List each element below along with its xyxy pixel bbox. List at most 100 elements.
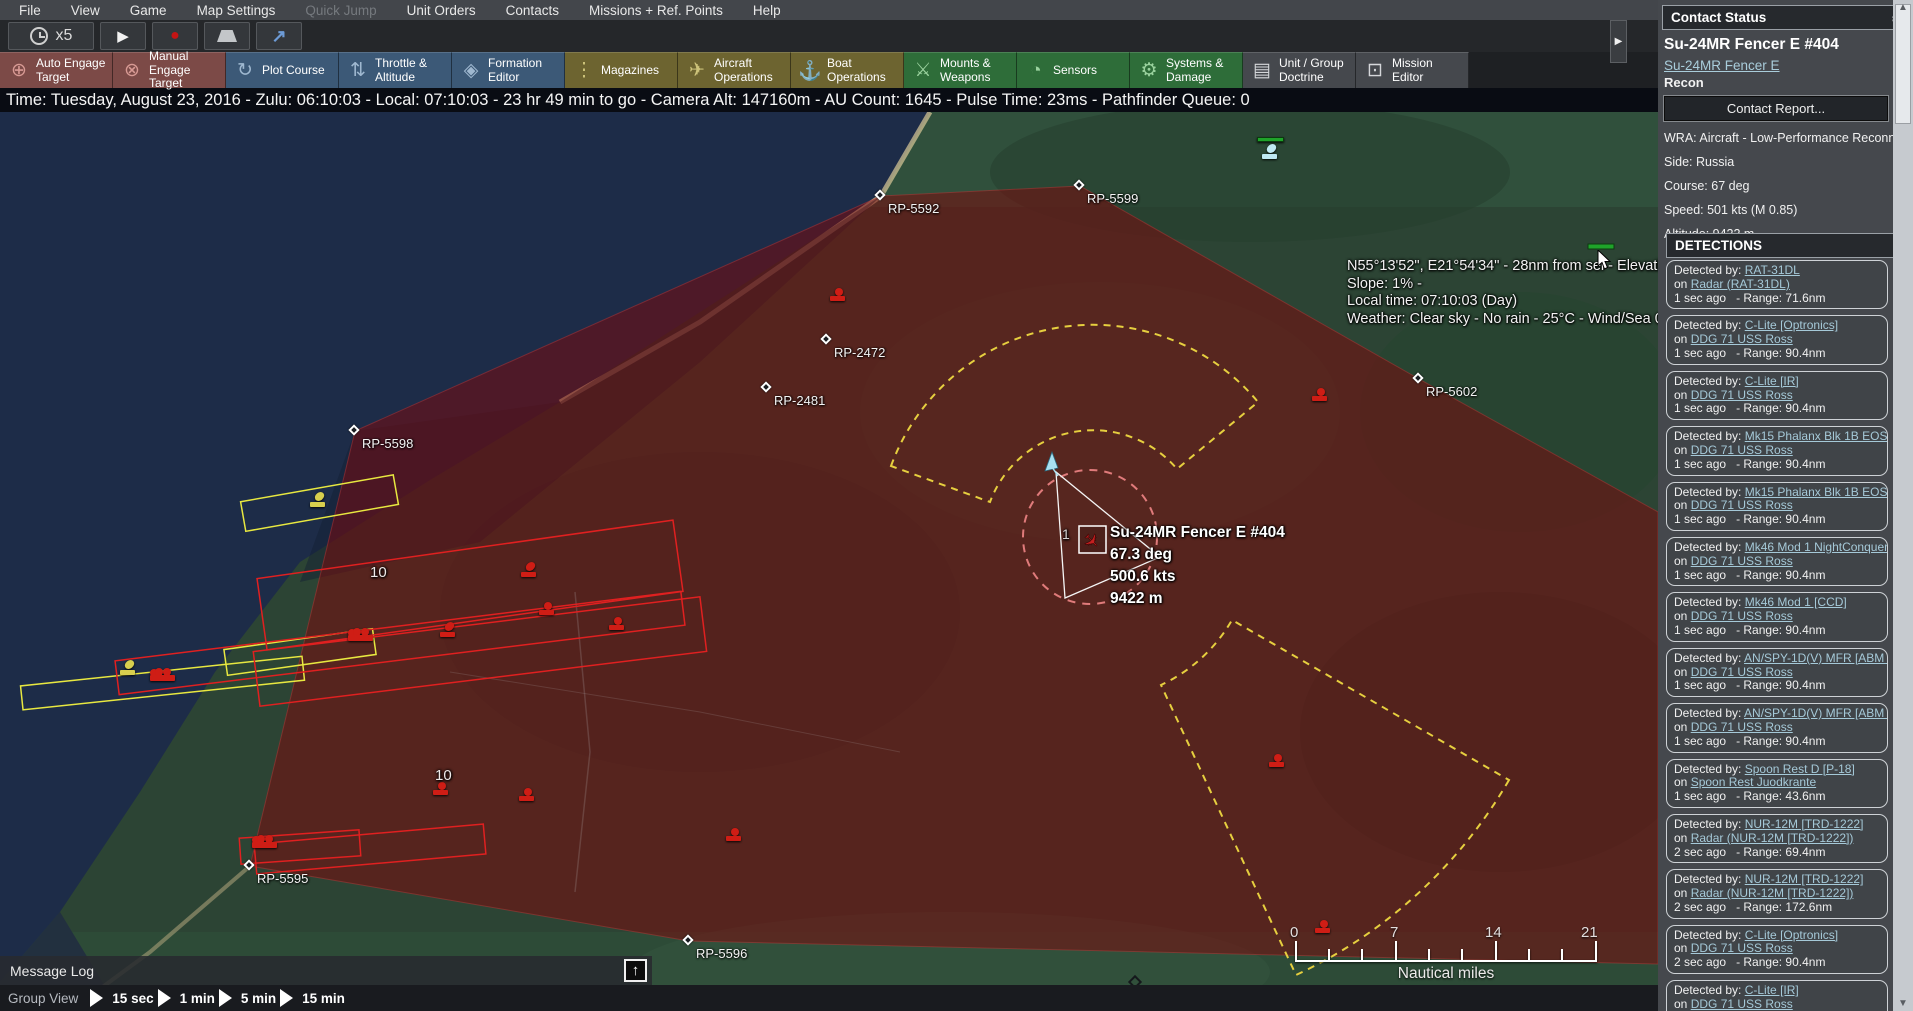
jump-to-button[interactable]: ↗ bbox=[256, 22, 302, 50]
detection-card[interactable]: Detected by: C-Lite [IR] on DDG 71 USS R… bbox=[1666, 980, 1888, 1011]
detection-card[interactable]: Detected by: Mk46 Mod 1 NightConquero on… bbox=[1666, 537, 1888, 586]
detection-sensor-link[interactable]: NUR-12M [TRD-1222] bbox=[1745, 817, 1864, 831]
detection-sensor-link[interactable]: Mk15 Phalanx Blk 1B EOSS bbox=[1745, 485, 1888, 499]
message-log-expand-button[interactable]: ↑ bbox=[624, 959, 647, 982]
friendly-radar-icon[interactable] bbox=[310, 494, 326, 507]
detection-platform-link[interactable]: DDG 71 USS Ross bbox=[1691, 941, 1793, 955]
sidebar-collapse-button[interactable]: ▶ bbox=[1610, 20, 1627, 63]
detection-card[interactable]: Detected by: Mk15 Phalanx Blk 1B EOSS on… bbox=[1666, 482, 1888, 531]
toolbar-button[interactable]: ⇅ Throttle &Altitude bbox=[339, 52, 452, 88]
toolbar-button[interactable]: ↻ Plot Course bbox=[226, 52, 339, 88]
menu-item[interactable]: Game bbox=[115, 3, 182, 18]
sidebar-scrollbar[interactable]: ▼ ▲ bbox=[1893, 0, 1913, 1011]
detection-sensor-link[interactable]: RAT-31DL bbox=[1745, 263, 1800, 277]
hostile-facility-cluster-icon[interactable] bbox=[150, 668, 176, 681]
run-button[interactable]: ▶ bbox=[100, 22, 146, 50]
detection-platform-link[interactable]: Radar (NUR-12M [TRD-1222]) bbox=[1691, 886, 1854, 900]
detections-header[interactable]: DETECTIONS » bbox=[1666, 233, 1911, 258]
toolbar-button[interactable]: ⊡ MissionEditor bbox=[1356, 52, 1469, 88]
neutral-radar-icon[interactable] bbox=[1262, 146, 1278, 159]
detection-sensor-link[interactable]: Spoon Rest D [P-18] bbox=[1745, 762, 1855, 776]
detection-platform-link[interactable]: DDG 71 USS Ross bbox=[1691, 720, 1793, 734]
detection-platform-link[interactable]: DDG 71 USS Ross bbox=[1691, 498, 1793, 512]
detection-sensor-link[interactable]: AN/SPY-1D(V) MFR [ABM M bbox=[1744, 651, 1888, 665]
detection-sensor-link[interactable]: C-Lite [Optronics] bbox=[1745, 318, 1838, 332]
menu-item[interactable]: Help bbox=[738, 3, 796, 18]
detection-platform-link[interactable]: DDG 71 USS Ross bbox=[1691, 388, 1793, 402]
detection-card[interactable]: Detected by: Mk15 Phalanx Blk 1B EOSS on… bbox=[1666, 426, 1888, 475]
menu-item[interactable]: Unit Orders bbox=[392, 3, 491, 18]
hostile-facility-icon[interactable] bbox=[433, 782, 449, 795]
detection-sensor-link[interactable]: Mk46 Mod 1 [CCD] bbox=[1745, 595, 1847, 609]
detection-card[interactable]: Detected by: RAT-31DL on Radar (RAT-31DL… bbox=[1666, 260, 1888, 309]
scroll-up-icon[interactable]: ▲ bbox=[1893, 2, 1913, 13]
hostile-facility-icon[interactable] bbox=[609, 617, 625, 630]
detection-platform-link[interactable]: Radar (RAT-31DL) bbox=[1691, 277, 1790, 291]
menu-item[interactable]: File bbox=[4, 3, 56, 18]
hostile-facility-cluster-icon[interactable] bbox=[252, 835, 278, 848]
hostile-facility-icon[interactable] bbox=[726, 828, 742, 841]
scrollbar-thumb[interactable] bbox=[1895, 4, 1911, 124]
friendly-radar-icon[interactable] bbox=[120, 662, 136, 675]
toolbar-button[interactable]: ▤ Unit / GroupDoctrine bbox=[1243, 52, 1356, 88]
detection-sensor-link[interactable]: AN/SPY-1D(V) MFR [ABM M bbox=[1744, 706, 1888, 720]
time-step-option[interactable]: 1 min bbox=[158, 989, 215, 1007]
contact-status-header[interactable]: Contact Status » bbox=[1662, 5, 1907, 30]
scroll-down-icon[interactable]: ▼ bbox=[1893, 998, 1913, 1009]
time-compression-button[interactable]: x5 bbox=[8, 22, 94, 50]
detection-card[interactable]: Detected by: Spoon Rest D [P-18] on Spoo… bbox=[1666, 759, 1888, 808]
detection-platform-link[interactable]: DDG 71 USS Ross bbox=[1691, 554, 1793, 568]
camera-view-button[interactable] bbox=[204, 22, 250, 50]
detection-card[interactable]: Detected by: C-Lite [Optronics] on DDG 7… bbox=[1666, 925, 1888, 974]
detection-sensor-link[interactable]: C-Lite [IR] bbox=[1745, 983, 1799, 997]
toolbar-button[interactable]: ⚙ Systems &Damage bbox=[1130, 52, 1243, 88]
contact-report-button[interactable]: Contact Report... bbox=[1664, 96, 1888, 121]
detection-card[interactable]: Detected by: C-Lite [Optronics] on DDG 7… bbox=[1666, 315, 1888, 364]
menu-item[interactable]: View bbox=[56, 3, 115, 18]
tactical-map[interactable]: ✈ RP-5592 RP-5599 RP-2472 bbox=[0, 112, 1658, 1011]
detection-sensor-link[interactable]: Mk15 Phalanx Blk 1B EOSS bbox=[1745, 429, 1888, 443]
detection-sensor-link[interactable]: Mk46 Mod 1 NightConquero bbox=[1745, 540, 1888, 554]
hostile-facility-cluster-icon[interactable] bbox=[348, 628, 374, 641]
detection-card[interactable]: Detected by: Mk46 Mod 1 [CCD] on DDG 71 … bbox=[1666, 592, 1888, 641]
detection-platform-link[interactable]: DDG 71 USS Ross bbox=[1691, 332, 1793, 346]
toolbar-button[interactable]: ⋮ Magazines bbox=[565, 52, 678, 88]
detection-platform-link[interactable]: Spoon Rest Juodkrante bbox=[1691, 775, 1816, 789]
hostile-facility-icon[interactable] bbox=[539, 602, 555, 615]
toolbar-button[interactable]: ⊕ Auto EngageTarget bbox=[0, 52, 113, 88]
toolbar-button[interactable]: ⚓ BoatOperations bbox=[791, 52, 904, 88]
record-button[interactable]: ● bbox=[152, 22, 198, 50]
menu-item[interactable]: Map Settings bbox=[182, 3, 291, 18]
detection-card[interactable]: Detected by: AN/SPY-1D(V) MFR [ABM M on … bbox=[1666, 648, 1888, 697]
menu-item[interactable]: Quick Jump bbox=[290, 3, 391, 18]
group-view-label[interactable]: Group View bbox=[8, 991, 78, 1006]
hostile-radar-icon[interactable] bbox=[440, 624, 456, 637]
detection-sensor-link[interactable]: C-Lite [Optronics] bbox=[1745, 928, 1838, 942]
menu-item[interactable]: Contacts bbox=[491, 3, 574, 18]
toolbar-button[interactable]: ◔ Sensors bbox=[1017, 52, 1130, 88]
detection-platform-link[interactable]: DDG 71 USS Ross bbox=[1691, 443, 1793, 457]
detection-platform-link[interactable]: DDG 71 USS Ross bbox=[1691, 665, 1793, 679]
hostile-radar-icon[interactable] bbox=[521, 564, 537, 577]
detection-card[interactable]: Detected by: NUR-12M [TRD-1222] on Radar… bbox=[1666, 869, 1888, 918]
detection-platform-link[interactable]: Radar (NUR-12M [TRD-1222]) bbox=[1691, 831, 1854, 845]
detection-card[interactable]: Detected by: NUR-12M [TRD-1222] on Radar… bbox=[1666, 814, 1888, 863]
toolbar-button[interactable]: ✈ AircraftOperations bbox=[678, 52, 791, 88]
detection-platform-link[interactable]: DDG 71 USS Ross bbox=[1691, 997, 1793, 1011]
detection-sensor-link[interactable]: NUR-12M [TRD-1222] bbox=[1745, 872, 1864, 886]
detection-card[interactable]: Detected by: AN/SPY-1D(V) MFR [ABM M on … bbox=[1666, 703, 1888, 752]
time-step-option[interactable]: 15 min bbox=[280, 989, 345, 1007]
detection-sensor-link[interactable]: C-Lite [IR] bbox=[1745, 374, 1799, 388]
hostile-facility-icon[interactable] bbox=[519, 788, 535, 801]
hostile-facility-icon[interactable] bbox=[1269, 754, 1285, 767]
detection-card[interactable]: Detected by: C-Lite [IR] on DDG 71 USS R… bbox=[1666, 371, 1888, 420]
hostile-facility-icon[interactable] bbox=[830, 288, 846, 301]
contact-type-link[interactable]: Su-24MR Fencer E bbox=[1664, 58, 1780, 73]
toolbar-button[interactable]: ◈ FormationEditor bbox=[452, 52, 565, 88]
time-step-option[interactable]: 15 sec bbox=[90, 989, 153, 1007]
message-log-bar[interactable]: Message Log ↑ bbox=[0, 956, 652, 985]
detection-platform-link[interactable]: DDG 71 USS Ross bbox=[1691, 609, 1793, 623]
hostile-facility-icon[interactable] bbox=[1312, 388, 1328, 401]
time-step-option[interactable]: 5 min bbox=[219, 989, 276, 1007]
toolbar-button[interactable]: ⊗ ManualEngage Target bbox=[113, 52, 226, 88]
